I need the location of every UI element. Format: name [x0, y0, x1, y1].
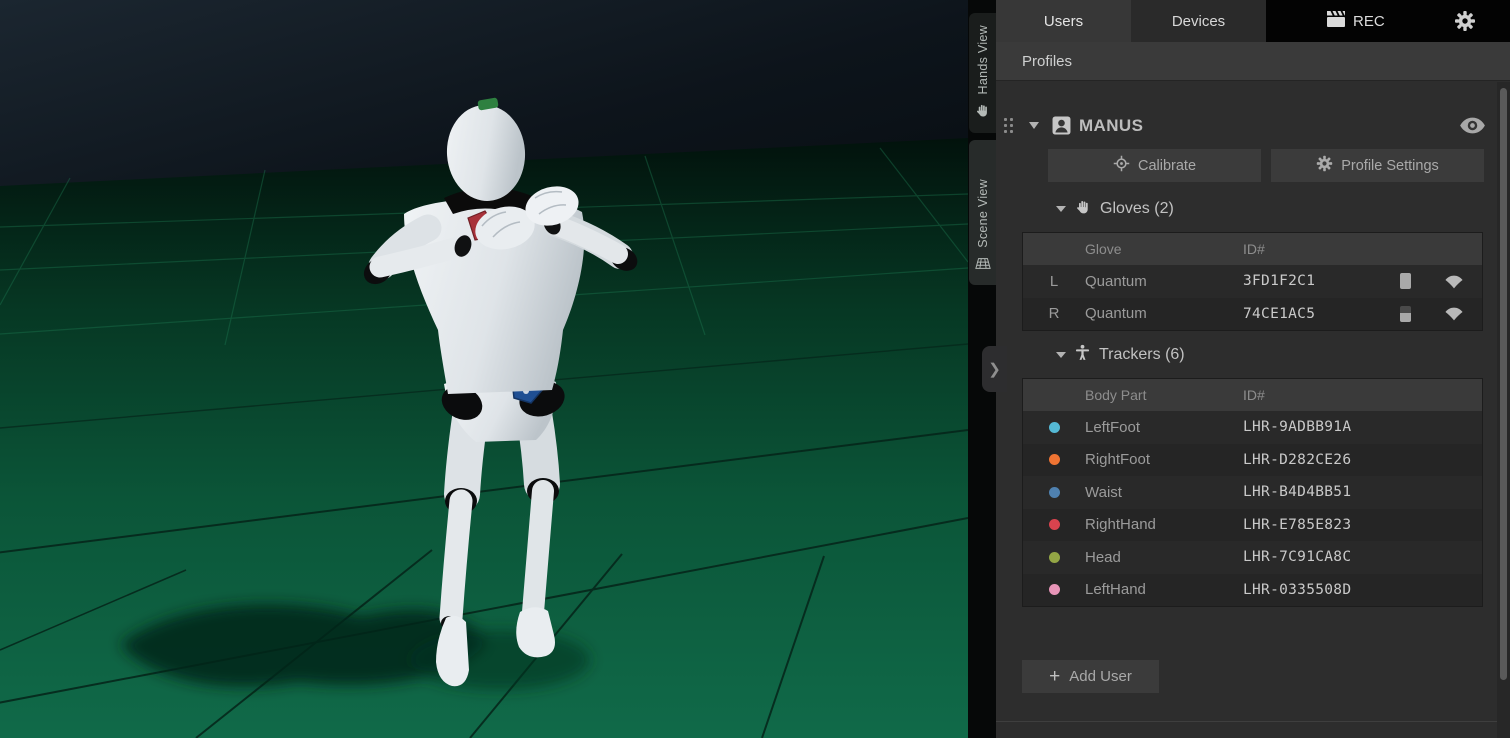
- gloves-rows: L Quantum 3FD1F2C1 R Quantum 74CE1AC5: [1023, 265, 1482, 330]
- glove-id: 3FD1F2C1: [1243, 273, 1392, 289]
- gloves-section-header: Gloves (2): [1056, 197, 1510, 221]
- trackers-table-header: Body Part ID#: [1023, 379, 1482, 411]
- battery-icon: [1392, 273, 1426, 289]
- trackers-section-header: Trackers (6): [1056, 343, 1510, 367]
- tracker-row[interactable]: RightHand LHR-E785E823: [1023, 509, 1482, 542]
- tab-hands-view[interactable]: Hands View: [969, 13, 996, 133]
- calibrate-label: Calibrate: [1138, 158, 1196, 174]
- glove-name: Quantum: [1085, 305, 1243, 322]
- calibrate-target-icon: [1113, 155, 1130, 176]
- drag-handle-icon[interactable]: [1004, 118, 1013, 133]
- tracker-id: LHR-7C91CA8C: [1243, 549, 1482, 565]
- tracker-row[interactable]: RightFoot LHR-D282CE26: [1023, 444, 1482, 477]
- glove-hand-icon: [1075, 199, 1091, 220]
- trackers-rows: LeftFoot LHR-9ADBB91A RightFoot LHR-D282…: [1023, 411, 1482, 606]
- tracker-row[interactable]: Head LHR-7C91CA8C: [1023, 541, 1482, 574]
- tracker-body-part: Head: [1085, 549, 1243, 566]
- bottom-divider: [996, 721, 1510, 722]
- tab-users[interactable]: Users: [996, 0, 1131, 42]
- gear-icon: [1316, 155, 1333, 176]
- col-glove: Glove: [1085, 241, 1243, 257]
- tracker-color-dot: [1023, 519, 1085, 530]
- profile-settings-button[interactable]: Profile Settings: [1271, 149, 1484, 182]
- tracker-row[interactable]: LeftHand LHR-0335508D: [1023, 574, 1482, 607]
- panel-expander-handle[interactable]: ❯: [982, 346, 1007, 392]
- tracker-body-part: LeftHand: [1085, 581, 1243, 598]
- tracker-body-part: Waist: [1085, 484, 1243, 501]
- tracker-color-dot: [1023, 552, 1085, 563]
- col-tracker-id: ID#: [1243, 387, 1482, 403]
- hands-view-label: Hands View: [976, 25, 990, 94]
- profile-actions: Calibrate Profile Settings: [1048, 149, 1484, 182]
- hand-icon: [975, 103, 990, 123]
- chevron-down-icon[interactable]: [1056, 352, 1066, 358]
- col-glove-id: ID#: [1243, 241, 1392, 257]
- col-body-part: Body Part: [1085, 387, 1243, 403]
- calibrate-button[interactable]: Calibrate: [1048, 149, 1261, 182]
- tracker-color-dot: [1023, 422, 1085, 433]
- tracker-body-part: RightFoot: [1085, 451, 1243, 468]
- tracker-id: LHR-E785E823: [1243, 517, 1482, 533]
- add-user-label: Add User: [1069, 668, 1132, 685]
- tpose-person-icon: [1075, 344, 1090, 366]
- glove-row[interactable]: L Quantum 3FD1F2C1: [1023, 265, 1482, 298]
- panel-scrollbar-track[interactable]: [1497, 82, 1510, 738]
- user-badge-icon: [1052, 116, 1071, 135]
- signal-icon: [1426, 306, 1482, 321]
- battery-icon: [1392, 306, 1426, 322]
- top-tab-bar: Users Devices REC: [996, 0, 1510, 42]
- user-profile-row: MANUS: [1004, 112, 1486, 139]
- settings-gear-button[interactable]: [1454, 10, 1476, 32]
- chevron-down-icon[interactable]: [1056, 206, 1066, 212]
- tracker-id: LHR-9ADBB91A: [1243, 419, 1482, 435]
- clapperboard-icon: [1326, 11, 1346, 32]
- scene-view-label: Scene View: [976, 179, 990, 248]
- tracker-id: LHR-D282CE26: [1243, 452, 1482, 468]
- visibility-eye-icon[interactable]: [1459, 116, 1486, 135]
- devices-tab-label: Devices: [1172, 13, 1225, 30]
- glove-row[interactable]: R Quantum 74CE1AC5: [1023, 298, 1482, 331]
- profiles-header: Profiles: [996, 42, 1510, 81]
- trackers-title: Trackers (6): [1099, 346, 1185, 364]
- record-button[interactable]: REC: [1326, 0, 1385, 42]
- scene-grid-icon: [975, 257, 991, 275]
- add-user-button[interactable]: + Add User: [1022, 660, 1159, 693]
- glove-side-label: L: [1023, 273, 1085, 290]
- gloves-title: Gloves (2): [1100, 200, 1174, 218]
- gloves-table: Glove ID# L Quantum 3FD1F2C1 R Quantum 7…: [1022, 232, 1483, 331]
- tracker-row[interactable]: LeftFoot LHR-9ADBB91A: [1023, 411, 1482, 444]
- profiles-title: Profiles: [1022, 53, 1072, 70]
- profile-settings-label: Profile Settings: [1341, 158, 1439, 174]
- plus-icon: +: [1049, 667, 1060, 686]
- chevron-down-icon[interactable]: [1029, 122, 1039, 129]
- tracker-color-dot: [1023, 487, 1085, 498]
- tracker-id: LHR-B4D4BB51: [1243, 484, 1482, 500]
- glove-name: Quantum: [1085, 273, 1243, 290]
- panel-scrollbar-thumb[interactable]: [1500, 88, 1507, 680]
- tracker-row[interactable]: Waist LHR-B4D4BB51: [1023, 476, 1482, 509]
- rec-label: REC: [1353, 13, 1385, 30]
- tracker-body-part: RightHand: [1085, 516, 1243, 533]
- trackers-table: Body Part ID# LeftFoot LHR-9ADBB91A Righ…: [1022, 378, 1483, 607]
- glove-side-label: R: [1023, 305, 1085, 322]
- tracker-id: LHR-0335508D: [1243, 582, 1482, 598]
- signal-icon: [1426, 274, 1482, 289]
- glove-id: 74CE1AC5: [1243, 306, 1392, 322]
- tab-devices[interactable]: Devices: [1131, 0, 1266, 42]
- tab-scene-view[interactable]: Scene View: [969, 140, 996, 285]
- tracker-color-dot: [1023, 454, 1085, 465]
- gloves-table-header: Glove ID#: [1023, 233, 1482, 265]
- scene-viewport[interactable]: [0, 0, 968, 738]
- user-name: MANUS: [1079, 116, 1143, 136]
- tracker-color-dot: [1023, 584, 1085, 595]
- users-tab-label: Users: [1044, 13, 1083, 30]
- scene-3d-render: [0, 0, 968, 738]
- right-panel: Users Devices REC Profiles MANUS: [996, 0, 1510, 738]
- profiles-content: MANUS Calibrate Profile Settings: [996, 81, 1510, 738]
- tracker-body-part: LeftFoot: [1085, 419, 1243, 436]
